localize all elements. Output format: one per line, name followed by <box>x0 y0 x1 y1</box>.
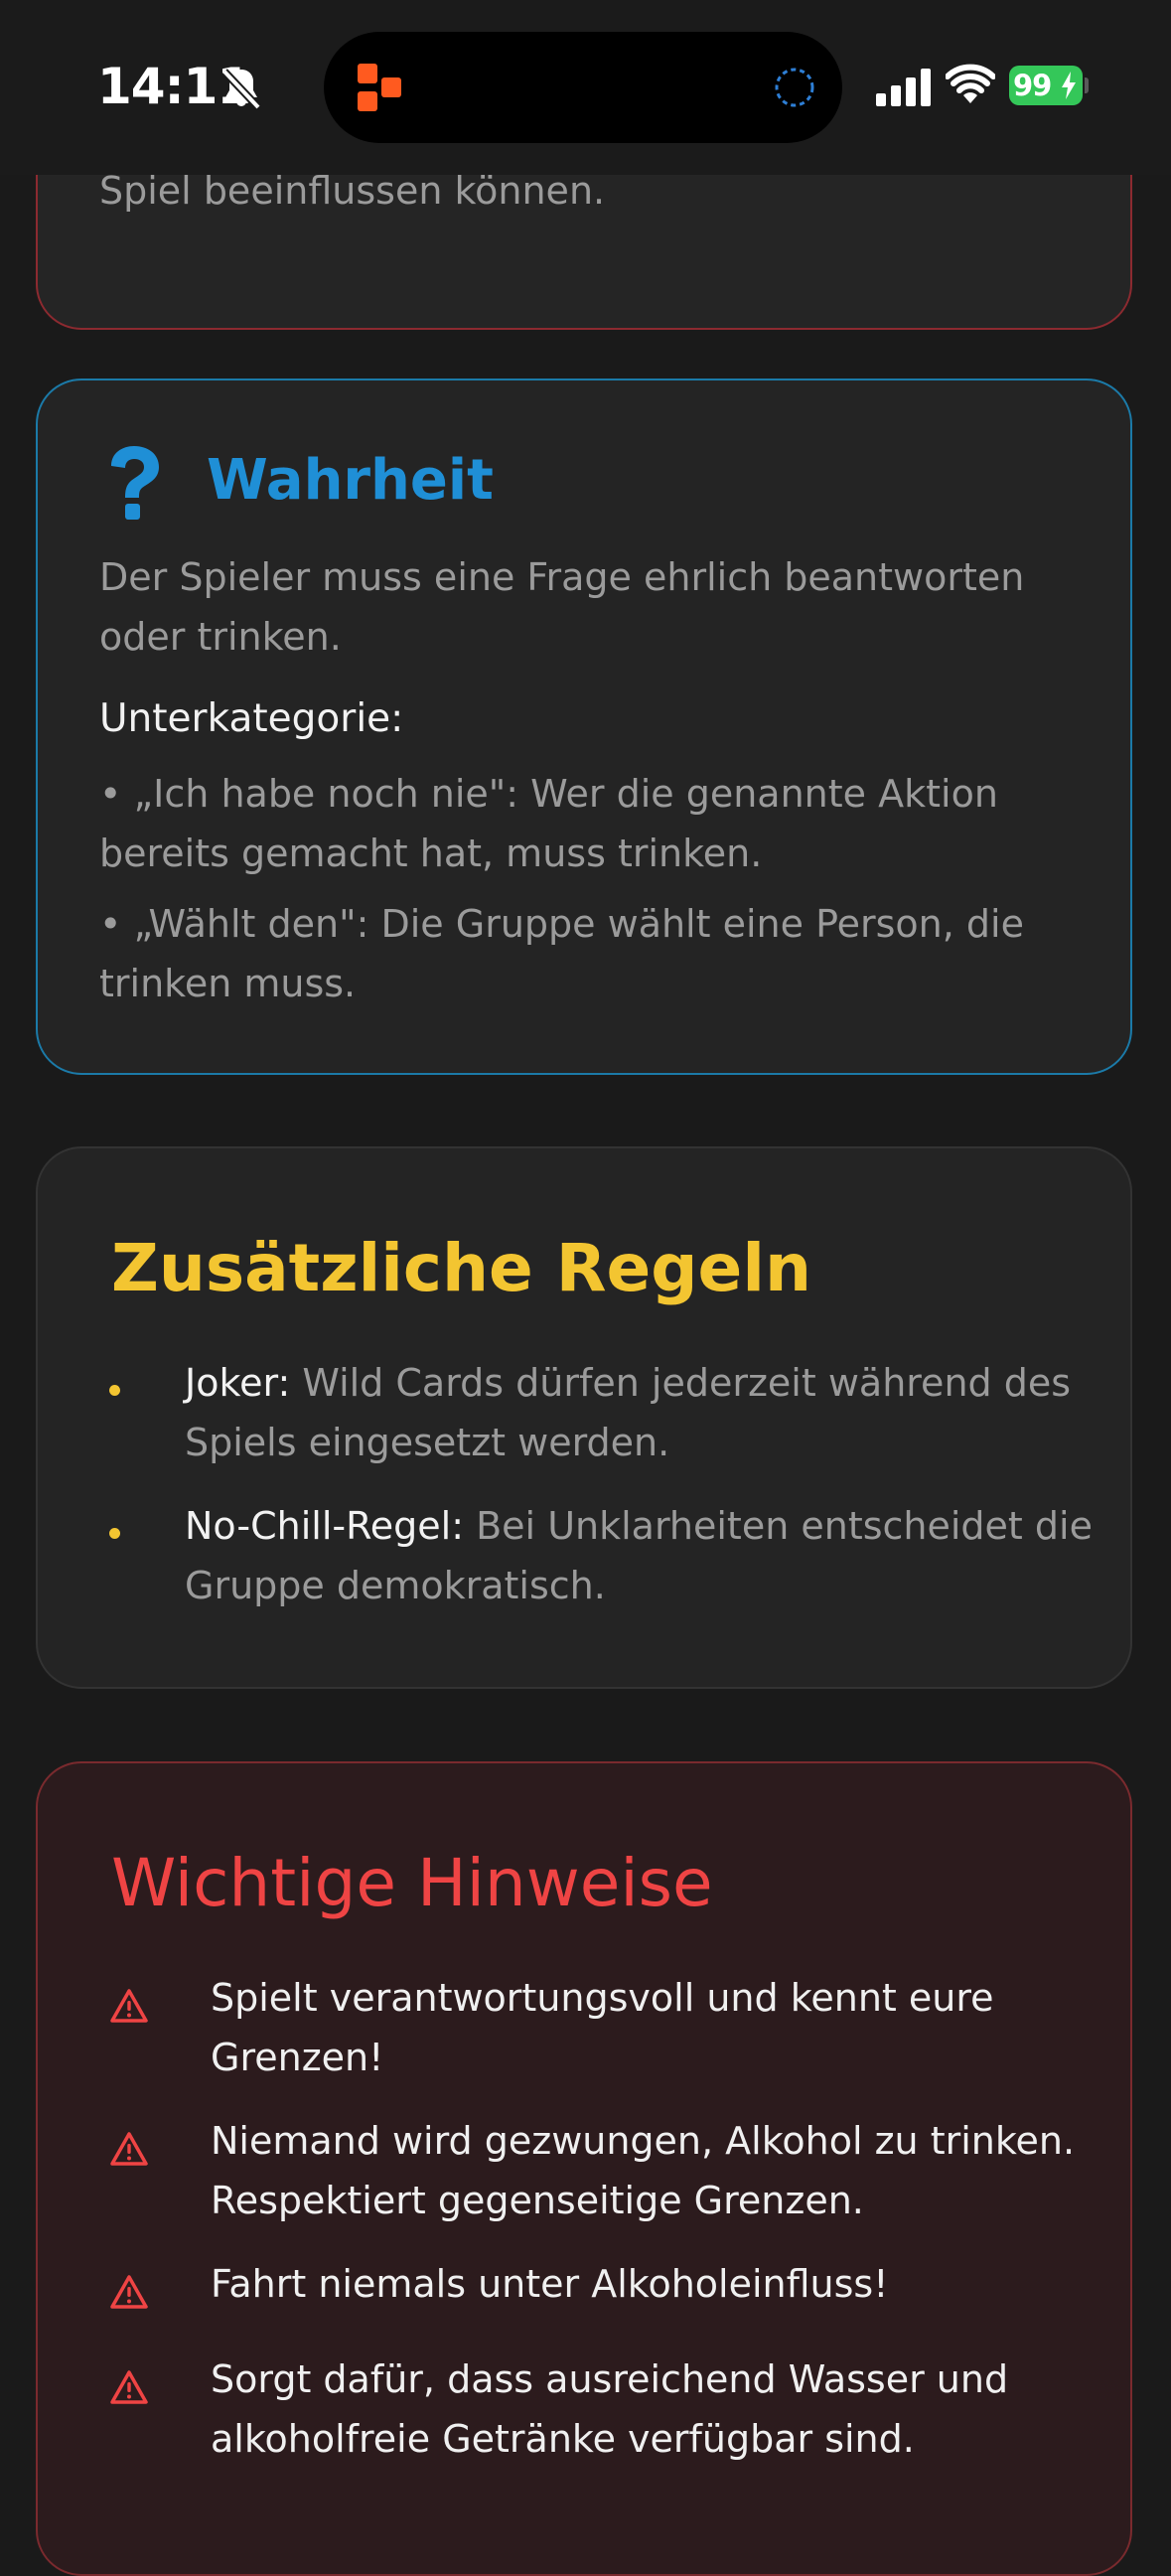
warning-text: Spielt verantwortungsvoll und kennt eure… <box>211 1976 994 2079</box>
subcategory-item: • „Ich habe noch nie": Wer die genannte … <box>99 772 998 875</box>
warning-triangle-icon <box>110 2370 148 2404</box>
battery-indicator: 99 <box>1009 66 1089 107</box>
wahrheit-description: Der Spieler muss eine Frage ehrlich bean… <box>99 555 1025 659</box>
bullet-dot-icon <box>109 1385 120 1396</box>
warning-triangle-icon <box>110 1989 148 2023</box>
additional-rules-card: Zusätzliche Regeln Joker: Wild Cards dür… <box>36 1146 1132 1689</box>
bullet-dot-icon <box>109 1528 120 1539</box>
subcategory-item: • „Wählt den": Die Gruppe wählt eine Per… <box>99 902 1024 1005</box>
battery-level: 99 <box>1013 69 1052 102</box>
cellular-signal-icon <box>876 69 931 106</box>
important-notes-card: Wichtige Hinweise Spielt verantwortungsv… <box>36 1761 1132 2576</box>
warning-text: Fahrt niemals unter Alkoholeinfluss! <box>211 2262 889 2306</box>
warning-triangle-icon <box>110 2275 148 2309</box>
rule-name: Joker: <box>185 1361 291 1405</box>
rule-body: Joker: Wild Cards dürfen jederzeit währe… <box>185 1353 1138 1472</box>
warning-text: Niemand wird gezwungen, Alkohol zu trink… <box>211 2119 1076 2222</box>
important-notes-title: Wichtige Hinweise <box>111 1845 713 1921</box>
additional-rules-title: Zusätzliche Regeln <box>111 1230 811 1306</box>
charging-bolt-icon <box>1062 72 1076 99</box>
subcategory-label: Unterkategorie: <box>99 696 404 741</box>
app-activity-icon <box>358 64 401 111</box>
rule-text: Wild Cards dürfen jederzeit während des … <box>185 1361 1072 1464</box>
question-mark-icon <box>111 446 159 520</box>
dynamic-island <box>324 32 842 143</box>
status-bar: 14:11 99 <box>0 0 1171 175</box>
bell-slash-icon <box>221 69 261 110</box>
loading-ring-icon <box>775 68 814 107</box>
warning-text: Sorgt dafür, dass ausreichend Wasser und… <box>211 2357 1009 2461</box>
rule-name: No-Chill-Regel: <box>185 1504 465 1548</box>
warning-triangle-icon <box>110 2132 148 2166</box>
wahrheit-card: Wahrheit Der Spieler muss eine Frage ehr… <box>36 379 1132 1075</box>
rule-body: No-Chill-Regel: Bei Unklarheiten entsche… <box>185 1496 1138 1615</box>
battery-nub <box>1085 77 1089 93</box>
wifi-icon <box>946 64 995 103</box>
wahrheit-title: Wahrheit <box>207 448 494 513</box>
